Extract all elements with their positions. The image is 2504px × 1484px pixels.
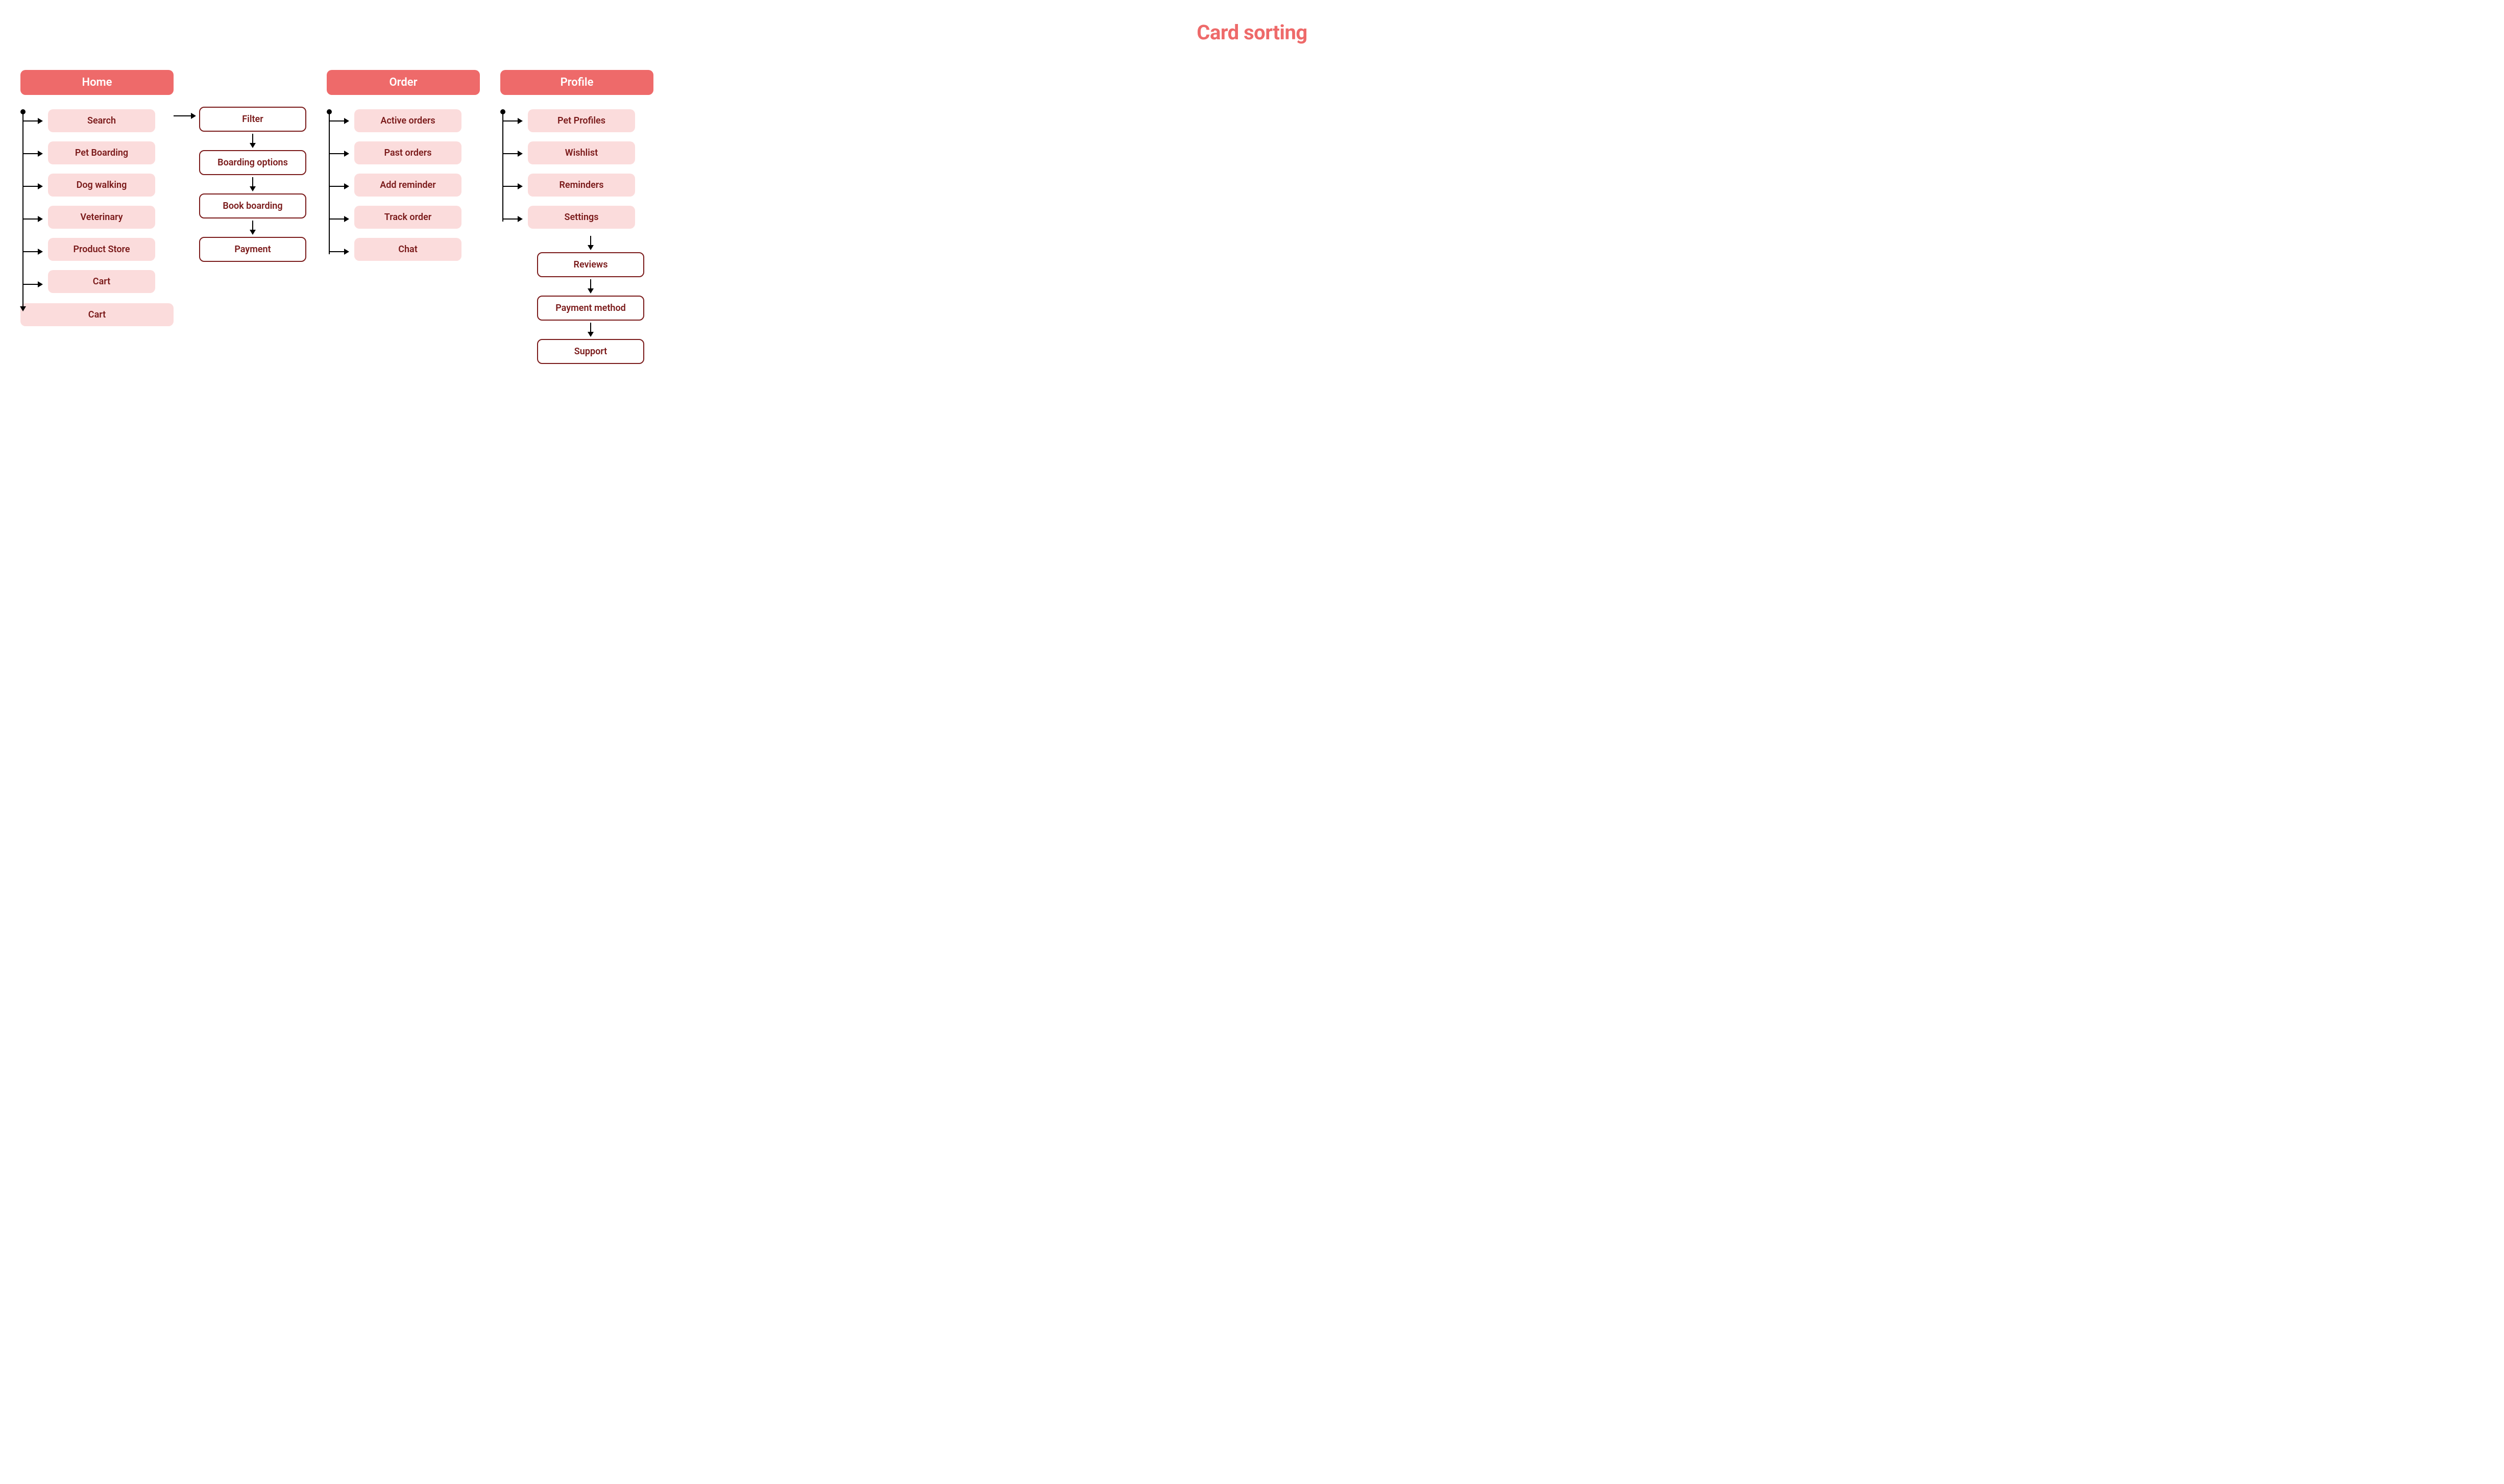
profile-sub-2: Support	[537, 339, 644, 364]
group-profile: Profile Pet Profiles Wishlist Reminders Set…	[500, 70, 653, 364]
arrow-down-icon	[588, 279, 594, 294]
home-item-3: Veterinary	[48, 206, 155, 229]
arrow-down-icon	[250, 221, 256, 235]
home-side-chain: Filter Boarding options Book boarding Payme…	[194, 70, 306, 262]
order-stack: Active orders Past orders Add reminder Trac…	[354, 109, 461, 261]
order-item-0: Active orders	[354, 109, 461, 132]
home-item-0: Search	[48, 109, 155, 132]
profile-sub-chain: Reviews Payment method Support	[528, 234, 653, 364]
profile-sub-1: Payment method	[537, 296, 644, 321]
order-item-3: Track order	[354, 206, 461, 229]
order-item-1: Past orders	[354, 141, 461, 164]
profile-item-1: Wishlist	[528, 141, 635, 164]
home-side-0: Filter	[199, 107, 306, 132]
order-rail	[327, 109, 349, 261]
home-item-1: Pet Boarding	[48, 141, 155, 164]
home-header: Home	[20, 70, 174, 95]
group-home: Home Search Pet Boarding Dog walking Veteri…	[20, 70, 174, 326]
arrow-down-icon	[250, 177, 256, 191]
home-item-2: Dog walking	[48, 174, 155, 197]
home-side-1: Boarding options	[199, 150, 306, 175]
home-rail	[20, 109, 43, 293]
profile-rail	[500, 109, 523, 229]
profile-stack: Pet Profiles Wishlist Reminders Settings	[528, 109, 635, 229]
profile-sub-0: Reviews	[537, 252, 644, 277]
home-end-card: Cart	[20, 303, 174, 326]
home-side-2: Book boarding	[199, 193, 306, 218]
order-item-4: Chat	[354, 238, 461, 261]
arrow-down-icon	[250, 134, 256, 148]
arrow-down-icon	[588, 323, 594, 337]
profile-header: Profile	[500, 70, 653, 95]
profile-item-0: Pet Profiles	[528, 109, 635, 132]
group-order: Order Active orders Past orders Add remind…	[327, 70, 480, 261]
board: Home Search Pet Boarding Dog walking Veteri…	[20, 70, 2484, 364]
home-side-3: Payment	[199, 237, 306, 262]
page-title: Card sorting	[20, 20, 2484, 44]
profile-item-2: Reminders	[528, 174, 635, 197]
arrow-down-icon	[588, 236, 594, 250]
home-item-5: Cart	[48, 270, 155, 293]
order-header: Order	[327, 70, 480, 95]
home-stack: Search Pet Boarding Dog walking Veterinary P…	[48, 109, 155, 293]
order-item-2: Add reminder	[354, 174, 461, 197]
profile-item-3: Settings	[528, 206, 635, 229]
home-item-4: Product Store	[48, 238, 155, 261]
arrow-right-icon	[174, 113, 196, 119]
